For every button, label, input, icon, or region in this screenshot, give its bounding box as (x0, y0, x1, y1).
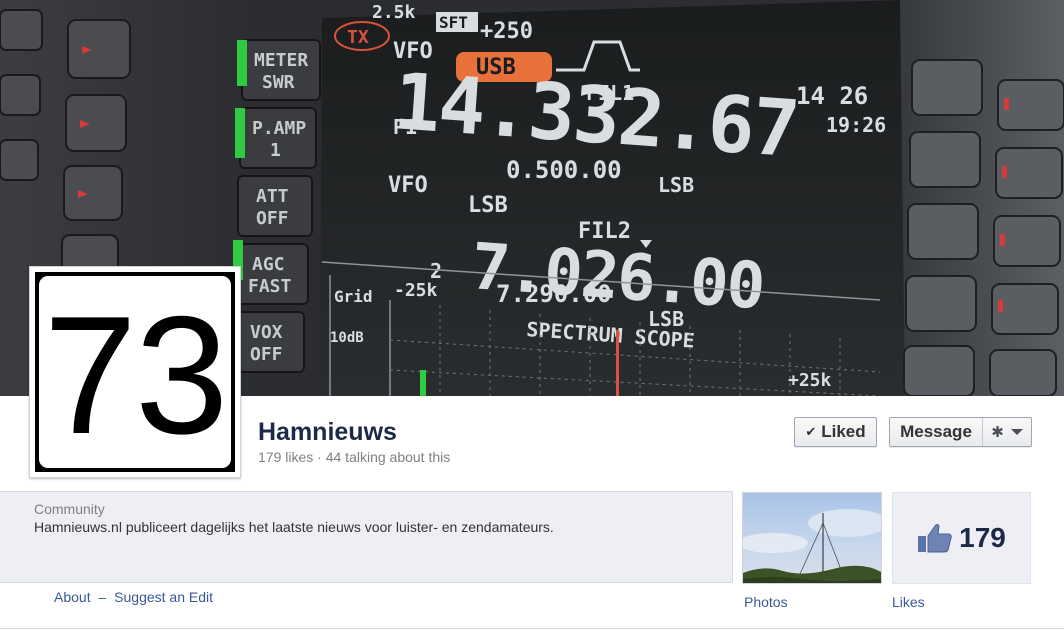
sft-value: +250 (480, 19, 533, 44)
stat-separator: · (317, 449, 322, 465)
profile-picture[interactable]: 73 (29, 266, 241, 478)
key-meter-line2: SWR (262, 72, 295, 93)
key-meter-line1: METER (254, 50, 308, 71)
about-links: About – Suggest an Edit (54, 589, 213, 605)
time-bottom: 19:26 (826, 113, 886, 137)
key-att-line1: ATT (256, 186, 289, 207)
message-button-group: Message ✱ (889, 417, 1032, 447)
route-sign: 73 (39, 276, 231, 468)
liked-button[interactable]: ✔ Liked (794, 417, 877, 447)
page-stats: 179 likes · 44 talking about this (258, 449, 450, 465)
about-link[interactable]: About (54, 589, 91, 605)
key-pamp-line1: P.AMP (252, 118, 306, 139)
checkmark-icon: ✔ (805, 424, 817, 439)
tx-indicator: TX (347, 27, 369, 48)
likes-tile[interactable]: 179 (892, 492, 1031, 584)
page-description: Hamnieuws.nl publiceert dagelijks het la… (34, 519, 554, 535)
scope-right-label: +25k (788, 370, 832, 391)
talking-stat: 44 talking about this (325, 449, 451, 465)
likes-stat: 179 likes (258, 449, 314, 465)
settings-dropdown-button[interactable]: ✱ (983, 423, 1031, 441)
key-vox-line2: OFF (250, 344, 283, 365)
key-pamp-line2: 1 (270, 140, 281, 161)
mode-b-label: LSB (468, 193, 508, 218)
suggest-edit-link[interactable]: Suggest an Edit (114, 589, 213, 605)
liked-label: Liked (821, 422, 866, 441)
grid-db-label: 10dB (330, 330, 364, 346)
photos-thumbnail[interactable] (742, 492, 882, 584)
page-title[interactable]: Hamnieuws (258, 418, 397, 447)
key-att-line2: OFF (256, 208, 289, 229)
likes-link[interactable]: Likes (892, 594, 925, 610)
about-box: Community Hamnieuws.nl publiceert dageli… (0, 491, 733, 583)
message-label: Message (900, 422, 972, 441)
thumbs-up-icon (918, 524, 952, 553)
offset-a: 0.500.00 (506, 156, 622, 184)
photos-link[interactable]: Photos (744, 594, 788, 610)
profile-number: 73 (43, 281, 229, 468)
antenna-photo (743, 493, 881, 583)
chevron-down-icon (1010, 429, 1023, 435)
agc-value: 2.5k (372, 2, 416, 23)
offset-b: 7.290.00 (496, 280, 612, 308)
page-category: Community (34, 501, 105, 517)
key-agc-line2: FAST (248, 276, 292, 297)
likes-count: 179 (959, 522, 1006, 553)
vfo-b-label: VFO (388, 173, 428, 198)
grid-label: Grid (334, 287, 373, 306)
scope-left-label: -25k (394, 280, 438, 301)
key-vox-line1: VOX (250, 322, 283, 343)
mode-a-small: LSB (658, 173, 694, 197)
profile-picture-border: 73 (35, 272, 235, 472)
sft-label: SFT (439, 13, 468, 32)
divider (0, 628, 1064, 629)
gear-icon: ✱ (991, 424, 1004, 441)
message-button[interactable]: Message (890, 418, 983, 446)
time-top: 14 26 (796, 82, 868, 110)
p1-label: P1 (393, 115, 417, 139)
key-agc-line1: AGC (252, 254, 285, 275)
link-separator: – (98, 589, 107, 605)
